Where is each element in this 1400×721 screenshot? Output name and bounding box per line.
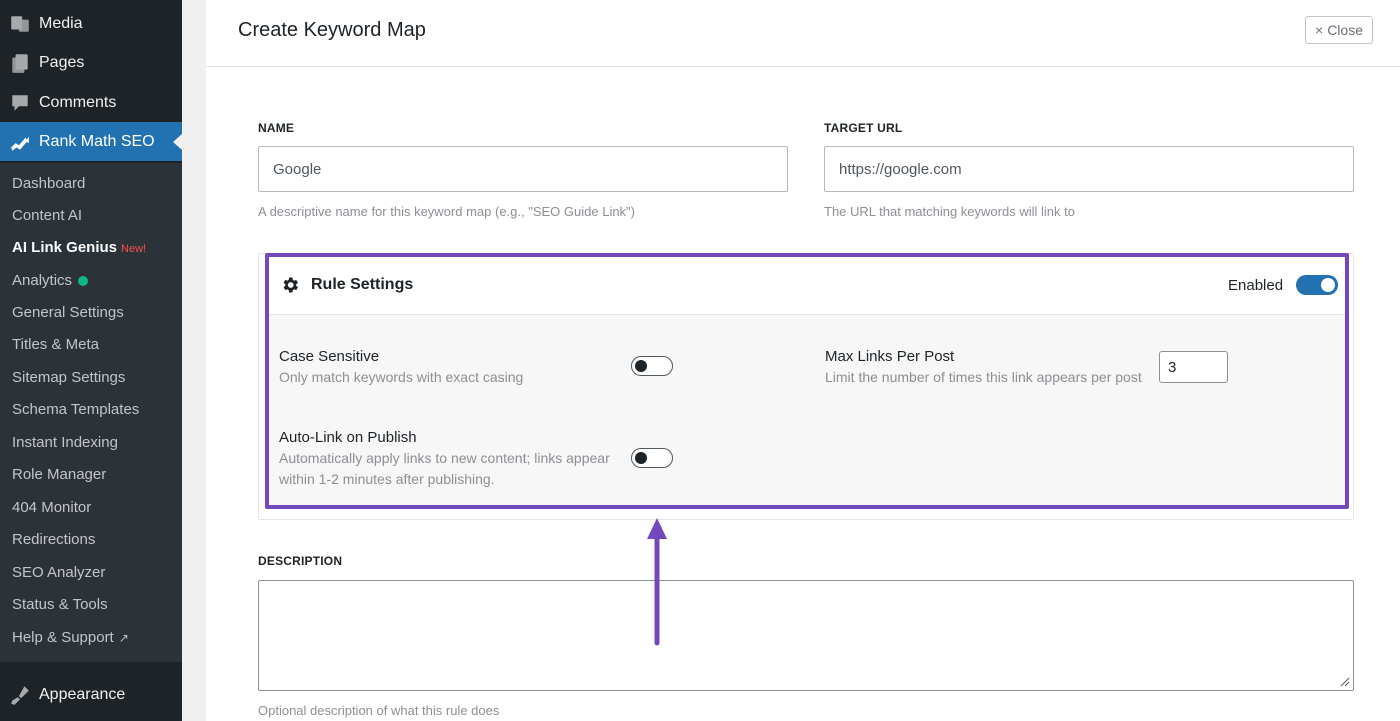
close-label: Close (1327, 22, 1363, 38)
submenu-item-404-monitor[interactable]: 404 Monitor (12, 499, 91, 516)
annotation-arrow-icon (647, 518, 667, 646)
submenu-item-redirections[interactable]: Redirections (12, 531, 95, 548)
submenu-item-content-ai[interactable]: Content AI (12, 207, 82, 224)
submenu-label: Redirections (12, 531, 96, 548)
submenu-label: 404 Monitor (12, 499, 92, 516)
submenu-label: Analytics (12, 272, 73, 289)
submenu-label: Schema Templates (12, 401, 140, 418)
keyword-map-dialog: Create Keyword Map × Close NAME Google A… (206, 0, 1400, 721)
submenu-label: General Settings (12, 304, 124, 321)
comments-icon (0, 92, 39, 114)
submenu-item-general-settings[interactable]: General Settings (12, 304, 124, 321)
name-value: Google (273, 160, 322, 178)
target-url-value: https://google.com (839, 160, 962, 178)
target-url-label: TARGET URL (824, 121, 903, 135)
menu-item-label: Rank Math SEO (39, 132, 155, 150)
submenu-item-sitemap-settings[interactable]: Sitemap Settings (12, 369, 125, 386)
submenu-label: Help & Support (12, 629, 114, 646)
media-icon (0, 13, 39, 35)
target-url-help-text: The URL that matching keywords will link… (824, 204, 1075, 219)
menu-item-comments[interactable]: Comments (0, 83, 182, 122)
close-button[interactable]: × Close (1305, 16, 1373, 44)
menu-item-media[interactable]: Media (0, 4, 182, 43)
target-url-input[interactable]: https://google.com (824, 146, 1354, 192)
submenu-label: Dashboard (12, 175, 86, 192)
rank-math-icon (0, 131, 39, 153)
resize-handle-icon[interactable] (1340, 677, 1350, 687)
submenu-item-status-tools[interactable]: Status & Tools (12, 596, 108, 613)
description-help-text: Optional description of what this rule d… (258, 703, 500, 718)
submenu-label: Instant Indexing (12, 434, 118, 451)
menu-item-label: Comments (39, 93, 117, 111)
submenu-item-role-manager[interactable]: Role Manager (12, 466, 106, 483)
submenu-label: Status & Tools (12, 596, 108, 613)
submenu-item-dashboard[interactable]: Dashboard (12, 175, 85, 192)
pages-icon (0, 52, 39, 74)
dialog-title: Create Keyword Map (238, 19, 426, 41)
name-input[interactable]: Google (258, 146, 788, 192)
submenu-item-seo-analyzer[interactable]: SEO Analyzer (12, 564, 105, 581)
menu-item-rank-math-seo[interactable]: Rank Math SEO (0, 122, 182, 161)
submenu-item-schema-templates[interactable]: Schema Templates (12, 401, 139, 418)
name-label: NAME (258, 121, 295, 135)
menu-item-label: Pages (39, 53, 85, 71)
description-label: DESCRIPTION (258, 554, 343, 568)
current-menu-arrow (173, 134, 182, 150)
submenu-label: Sitemap Settings (12, 369, 126, 386)
submenu-item-ai-link-genius[interactable]: AI Link Genius New! (12, 239, 146, 256)
new-badge: New! (121, 242, 147, 255)
submenu-item-help-support[interactable]: Help & Support ↗ (12, 629, 129, 646)
status-dot (78, 275, 89, 286)
submenu-label: Content AI (12, 207, 83, 224)
submenu-item-analytics[interactable]: Analytics (12, 272, 89, 289)
menu-item-label: Appearance (39, 685, 126, 703)
submenu-label: Titles & Meta (12, 336, 99, 353)
submenu-label: Role Manager (12, 466, 107, 483)
admin-sidebar: Media Pages Comments Rank Math SEO Dashb… (0, 0, 182, 721)
submenu-label: SEO Analyzer (12, 564, 106, 581)
menu-item-pages[interactable]: Pages (0, 43, 182, 82)
name-help-text: A descriptive name for this keyword map … (258, 204, 635, 219)
submenu-item-titles-meta[interactable]: Titles & Meta (12, 336, 99, 353)
rule-settings-highlight (265, 253, 1349, 509)
appearance-icon (0, 684, 39, 706)
submenu-item-instant-indexing[interactable]: Instant Indexing (12, 434, 118, 451)
close-icon: × (1315, 22, 1324, 38)
submenu-label: AI Link Genius (12, 239, 118, 256)
external-link-icon: ↗ (118, 630, 129, 645)
description-textarea[interactable] (258, 580, 1354, 691)
dialog-header: Create Keyword Map × Close (206, 0, 1400, 67)
menu-item-label: Media (39, 14, 83, 32)
menu-item-appearance[interactable]: Appearance (0, 675, 182, 714)
